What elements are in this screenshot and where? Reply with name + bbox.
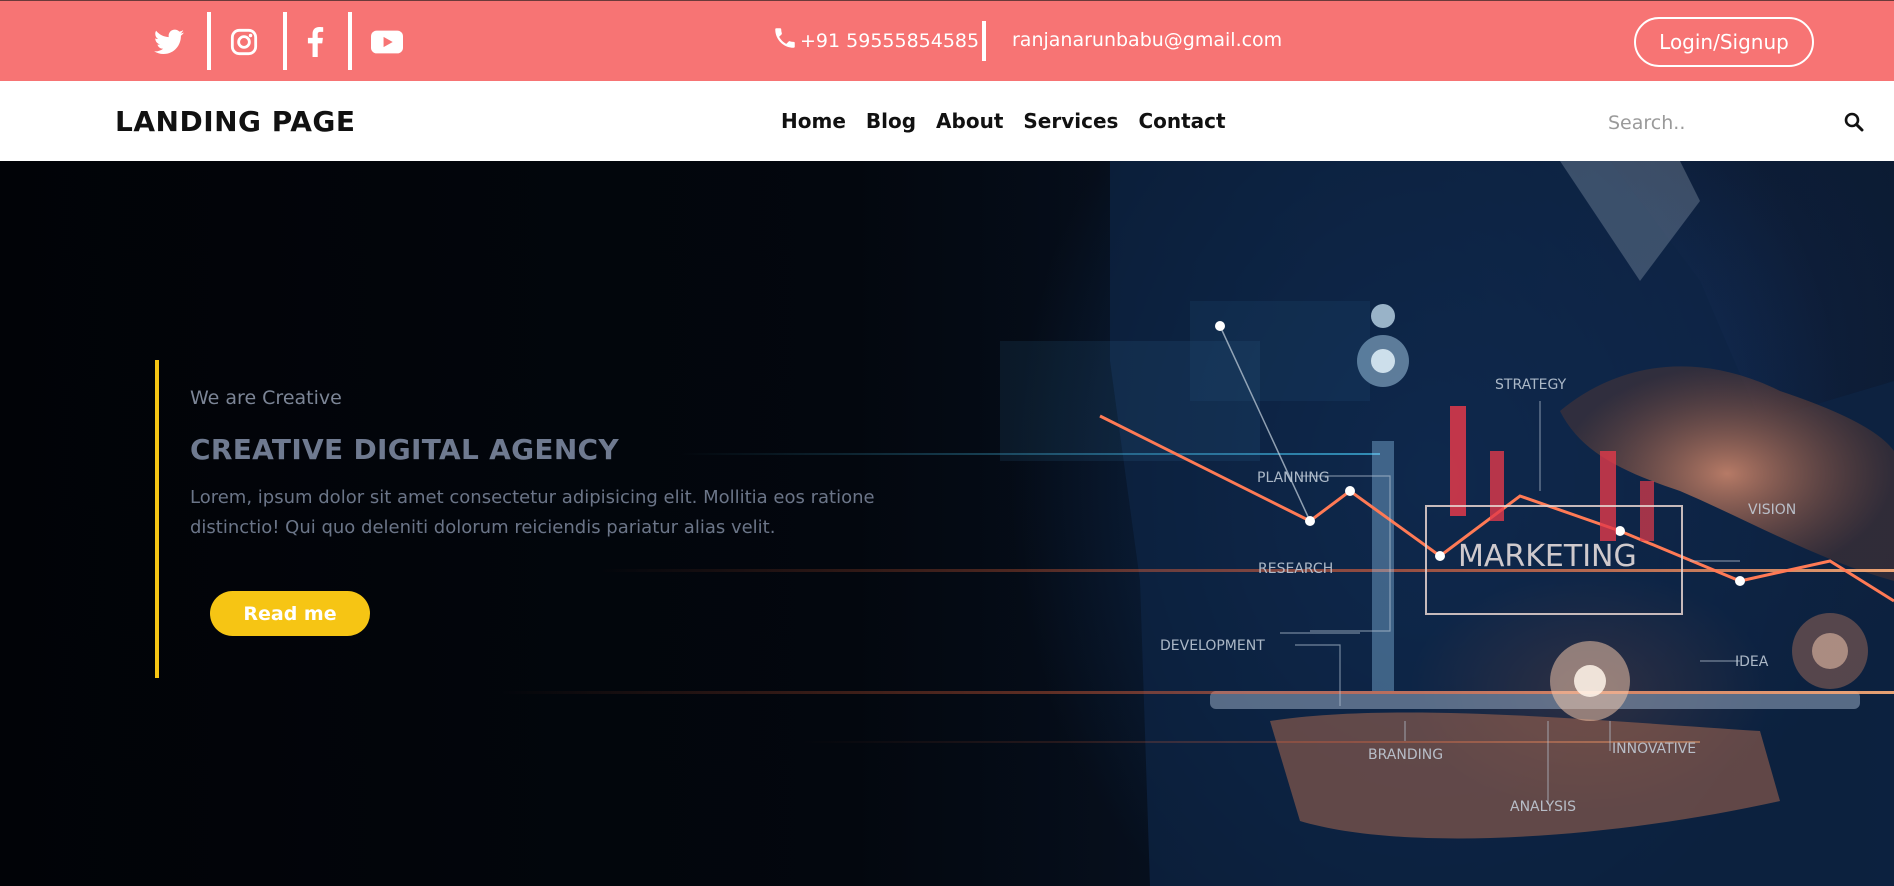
img-label-strategy: STRATEGY <box>1495 377 1567 393</box>
main-navbar: LANDING PAGE Home Blog About Services Co… <box>0 81 1894 161</box>
email-address[interactable]: ranjanarunbabu@gmail.com <box>1012 29 1282 51</box>
nav-links: Home Blog About Services Contact <box>781 109 1226 133</box>
img-label-analysis: ANALYSIS <box>1510 799 1576 815</box>
phone-contact[interactable]: +91 59555854585 <box>772 25 979 56</box>
hero-tagline: We are Creative <box>190 387 342 409</box>
instagram-icon[interactable] <box>214 1 274 82</box>
img-label-branding: BRANDING <box>1368 747 1443 763</box>
brand-logo[interactable]: LANDING PAGE <box>115 105 356 138</box>
nav-about[interactable]: About <box>936 109 1003 133</box>
twitter-icon[interactable] <box>139 1 199 82</box>
youtube-icon[interactable] <box>357 1 417 82</box>
login-signup-button[interactable]: Login/Signup <box>1634 17 1814 67</box>
search-input[interactable] <box>1606 105 1820 141</box>
phone-icon <box>772 25 800 56</box>
search-icon[interactable] <box>1844 112 1864 136</box>
img-label-planning: PLANNING <box>1257 470 1330 486</box>
hero-description: Lorem, ipsum dolor sit amet consectetur … <box>190 487 875 538</box>
img-label-idea: IDEA <box>1735 654 1769 670</box>
img-label-innovative: INNOVATIVE <box>1612 741 1696 757</box>
hero-section: STRATEGY PLANNING RESEARCH MARKETING VIS… <box>0 161 1894 886</box>
nav-blog[interactable]: Blog <box>866 109 916 133</box>
img-label-marketing: MARKETING <box>1458 539 1637 574</box>
nav-contact[interactable]: Contact <box>1138 109 1225 133</box>
nav-services[interactable]: Services <box>1023 109 1118 133</box>
divider <box>348 12 352 70</box>
phone-number: +91 59555854585 <box>800 29 980 52</box>
nav-home[interactable]: Home <box>781 109 846 133</box>
divider <box>982 21 986 61</box>
hero-accent-line <box>155 360 159 678</box>
hero-title: CREATIVE DIGITAL AGENCY <box>190 433 619 466</box>
img-label-development: DEVELOPMENT <box>1160 638 1265 654</box>
facebook-icon[interactable] <box>285 1 345 82</box>
img-label-research: RESEARCH <box>1258 561 1333 577</box>
read-me-button[interactable]: Read me <box>210 591 370 636</box>
img-label-vision: VISION <box>1748 502 1796 518</box>
top-contact-bar: +91 59555854585 ranjanarunbabu@gmail.com… <box>0 0 1894 81</box>
divider <box>207 12 211 70</box>
